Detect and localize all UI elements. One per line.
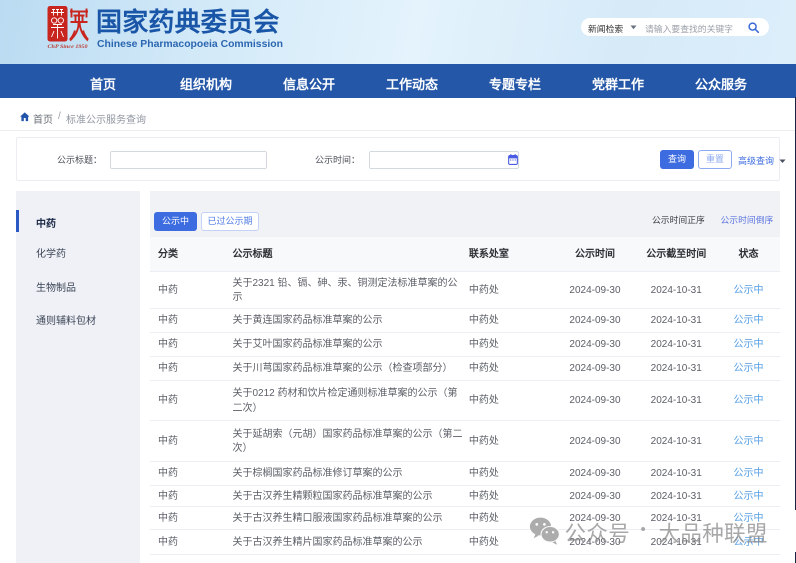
svg-text:ChP Since 1950: ChP Since 1950 — [48, 45, 89, 49]
